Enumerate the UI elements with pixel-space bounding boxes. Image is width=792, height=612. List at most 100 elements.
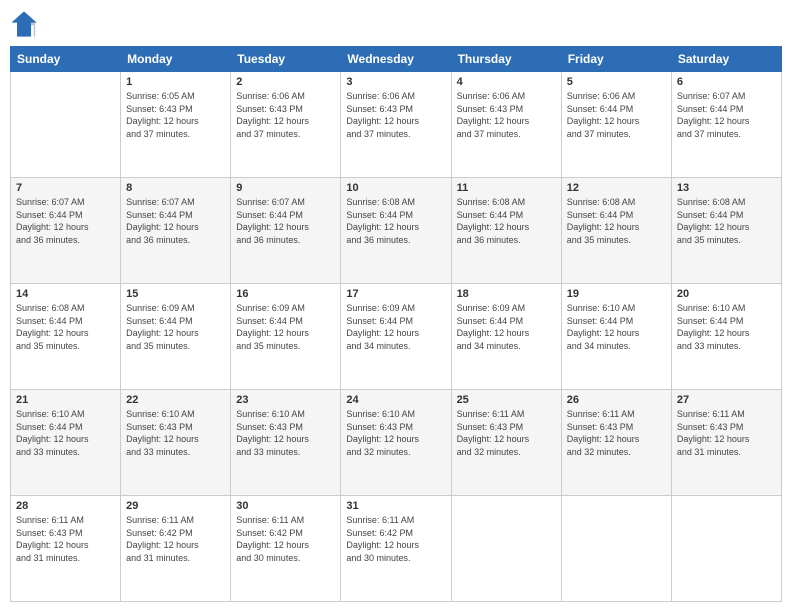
- day-info: Sunrise: 6:08 AM Sunset: 6:44 PM Dayligh…: [677, 196, 776, 246]
- calendar-cell: 7 Sunrise: 6:07 AM Sunset: 6:44 PM Daylig…: [11, 178, 121, 284]
- day-info: Sunrise: 6:09 AM Sunset: 6:44 PM Dayligh…: [236, 302, 335, 352]
- calendar-cell: 2 Sunrise: 6:06 AM Sunset: 6:43 PM Daylig…: [231, 72, 341, 178]
- day-number: 30: [236, 500, 335, 512]
- day-info: Sunrise: 6:10 AM Sunset: 6:44 PM Dayligh…: [567, 302, 666, 352]
- calendar-cell: 31 Sunrise: 6:11 AM Sunset: 6:42 PM Dayli…: [341, 496, 451, 602]
- day-number: 27: [677, 394, 776, 406]
- calendar-cell: 10Sunrise: 6:08 AM Sunset: 6:44 PM Dayli…: [341, 178, 451, 284]
- day-info: Sunrise: 6:08 AM Sunset: 6:44 PM Dayligh…: [346, 196, 445, 246]
- day-number: 22: [126, 394, 225, 406]
- day-number: 5: [567, 76, 666, 88]
- day-number: 12: [567, 182, 666, 194]
- day-info: Sunrise: 6:11 AM Sunset: 6:42 PM Dayligh…: [346, 514, 445, 564]
- day-number: 25: [457, 394, 556, 406]
- day-info: Sunrise: 6:11 AM Sunset: 6:43 PM Dayligh…: [677, 408, 776, 458]
- calendar-cell: [671, 496, 781, 602]
- day-number: 11: [457, 182, 556, 194]
- day-number: 1: [126, 76, 225, 88]
- calendar-cell: 20 Sunrise: 6:10 AM Sunset: 6:44 PM Dayli…: [671, 284, 781, 390]
- day-info: Sunrise: 6:06 AM Sunset: 6:43 PM Dayligh…: [236, 90, 335, 140]
- calendar-cell: 29 Sunrise: 6:11 AM Sunset: 6:42 PM Dayli…: [121, 496, 231, 602]
- weekday-header: Tuesday: [231, 47, 341, 72]
- calendar-table: SundayMondayTuesdayWednesdayThursdayFrid…: [10, 46, 782, 602]
- day-info: Sunrise: 6:10 AM Sunset: 6:44 PM Dayligh…: [16, 408, 115, 458]
- calendar-cell: [451, 496, 561, 602]
- calendar-cell: 19 Sunrise: 6:10 AM Sunset: 6:44 PM Dayli…: [561, 284, 671, 390]
- day-info: Sunrise: 6:10 AM Sunset: 6:44 PM Dayligh…: [677, 302, 776, 352]
- day-info: Sunrise: 6:07 AM Sunset: 6:44 PM Dayligh…: [236, 196, 335, 246]
- calendar-cell: [11, 72, 121, 178]
- day-number: 21: [16, 394, 115, 406]
- day-number: 16: [236, 288, 335, 300]
- day-info: Sunrise: 6:09 AM Sunset: 6:44 PM Dayligh…: [457, 302, 556, 352]
- day-number: 29: [126, 500, 225, 512]
- calendar-cell: 14 Sunrise: 6:08 AM Sunset: 6:44 PM Dayli…: [11, 284, 121, 390]
- calendar-cell: 27 Sunrise: 6:11 AM Sunset: 6:43 PM Dayli…: [671, 390, 781, 496]
- day-info: Sunrise: 6:11 AM Sunset: 6:43 PM Dayligh…: [567, 408, 666, 458]
- day-info: Sunrise: 6:06 AM Sunset: 6:43 PM Dayligh…: [457, 90, 556, 140]
- day-number: 20: [677, 288, 776, 300]
- day-number: 24: [346, 394, 445, 406]
- day-number: 2: [236, 76, 335, 88]
- weekday-header: Thursday: [451, 47, 561, 72]
- day-number: 13: [677, 182, 776, 194]
- day-number: 14: [16, 288, 115, 300]
- weekday-header: Sunday: [11, 47, 121, 72]
- day-info: Sunrise: 6:10 AM Sunset: 6:43 PM Dayligh…: [346, 408, 445, 458]
- calendar-cell: [561, 496, 671, 602]
- weekday-header: Monday: [121, 47, 231, 72]
- calendar-cell: 5Sunrise: 6:06 AM Sunset: 6:44 PM Daylig…: [561, 72, 671, 178]
- day-number: 4: [457, 76, 556, 88]
- weekday-header: Wednesday: [341, 47, 451, 72]
- calendar-cell: 17Sunrise: 6:09 AM Sunset: 6:44 PM Dayli…: [341, 284, 451, 390]
- day-info: Sunrise: 6:08 AM Sunset: 6:44 PM Dayligh…: [457, 196, 556, 246]
- day-info: Sunrise: 6:10 AM Sunset: 6:43 PM Dayligh…: [236, 408, 335, 458]
- day-number: 31: [346, 500, 445, 512]
- page: SundayMondayTuesdayWednesdayThursdayFrid…: [0, 0, 792, 612]
- day-number: 19: [567, 288, 666, 300]
- calendar-cell: 24 Sunrise: 6:10 AM Sunset: 6:43 PM Dayli…: [341, 390, 451, 496]
- logo: [10, 10, 42, 38]
- day-number: 6: [677, 76, 776, 88]
- day-number: 7: [16, 182, 115, 194]
- calendar-cell: 30 Sunrise: 6:11 AM Sunset: 6:42 PM Dayli…: [231, 496, 341, 602]
- calendar-cell: 11 Sunrise: 6:08 AM Sunset: 6:44 PM Dayli…: [451, 178, 561, 284]
- calendar-cell: 1 Sunrise: 6:05 AM Sunset: 6:43 PM Daylig…: [121, 72, 231, 178]
- day-info: Sunrise: 6:11 AM Sunset: 6:42 PM Dayligh…: [236, 514, 335, 564]
- day-number: 18: [457, 288, 556, 300]
- day-info: Sunrise: 6:08 AM Sunset: 6:44 PM Dayligh…: [16, 302, 115, 352]
- weekday-header: Friday: [561, 47, 671, 72]
- day-info: Sunrise: 6:11 AM Sunset: 6:42 PM Dayligh…: [126, 514, 225, 564]
- day-number: 8: [126, 182, 225, 194]
- day-info: Sunrise: 6:09 AM Sunset: 6:44 PM Dayligh…: [126, 302, 225, 352]
- day-info: Sunrise: 6:10 AM Sunset: 6:43 PM Dayligh…: [126, 408, 225, 458]
- weekday-header: Saturday: [671, 47, 781, 72]
- calendar-cell: 21 Sunrise: 6:10 AM Sunset: 6:44 PM Dayli…: [11, 390, 121, 496]
- day-info: Sunrise: 6:07 AM Sunset: 6:44 PM Dayligh…: [126, 196, 225, 246]
- calendar-cell: 22 Sunrise: 6:10 AM Sunset: 6:43 PM Dayli…: [121, 390, 231, 496]
- header: [10, 10, 782, 38]
- day-info: Sunrise: 6:11 AM Sunset: 6:43 PM Dayligh…: [16, 514, 115, 564]
- day-info: Sunrise: 6:11 AM Sunset: 6:43 PM Dayligh…: [457, 408, 556, 458]
- day-info: Sunrise: 6:07 AM Sunset: 6:44 PM Dayligh…: [16, 196, 115, 246]
- day-number: 23: [236, 394, 335, 406]
- calendar-cell: 4 Sunrise: 6:06 AM Sunset: 6:43 PM Daylig…: [451, 72, 561, 178]
- calendar-cell: 12 Sunrise: 6:08 AM Sunset: 6:44 PM Dayli…: [561, 178, 671, 284]
- day-info: Sunrise: 6:08 AM Sunset: 6:44 PM Dayligh…: [567, 196, 666, 246]
- calendar-cell: 13 Sunrise: 6:08 AM Sunset: 6:44 PM Dayli…: [671, 178, 781, 284]
- day-number: 28: [16, 500, 115, 512]
- day-number: 9: [236, 182, 335, 194]
- calendar-cell: 23 Sunrise: 6:10 AM Sunset: 6:43 PM Dayli…: [231, 390, 341, 496]
- day-number: 17: [346, 288, 445, 300]
- day-number: 3: [346, 76, 445, 88]
- day-info: Sunrise: 6:05 AM Sunset: 6:43 PM Dayligh…: [126, 90, 225, 140]
- calendar-cell: 9 Sunrise: 6:07 AM Sunset: 6:44 PM Daylig…: [231, 178, 341, 284]
- day-info: Sunrise: 6:06 AM Sunset: 6:43 PM Dayligh…: [346, 90, 445, 140]
- logo-icon: [10, 10, 38, 38]
- calendar-cell: 6Sunrise: 6:07 AM Sunset: 6:44 PM Daylig…: [671, 72, 781, 178]
- day-number: 15: [126, 288, 225, 300]
- calendar-cell: 3 Sunrise: 6:06 AM Sunset: 6:43 PM Daylig…: [341, 72, 451, 178]
- calendar-cell: 28 Sunrise: 6:11 AM Sunset: 6:43 PM Dayli…: [11, 496, 121, 602]
- day-number: 26: [567, 394, 666, 406]
- calendar-cell: 25 Sunrise: 6:11 AM Sunset: 6:43 PM Dayli…: [451, 390, 561, 496]
